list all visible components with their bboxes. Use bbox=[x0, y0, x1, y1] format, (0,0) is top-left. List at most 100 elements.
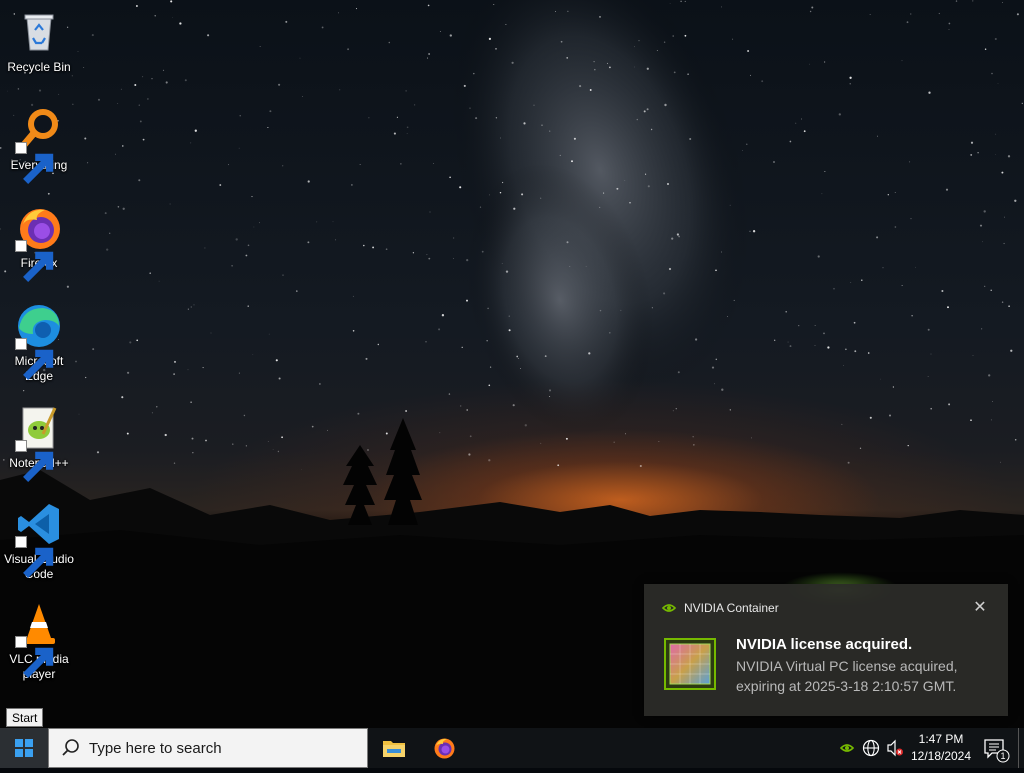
star bbox=[692, 436, 694, 438]
star bbox=[91, 34, 94, 37]
star bbox=[247, 305, 249, 307]
star bbox=[938, 12, 940, 15]
star bbox=[38, 89, 42, 92]
desktop-icon-notepadpp[interactable]: Notepad++ bbox=[2, 404, 76, 482]
star bbox=[187, 369, 189, 371]
tray-nvidia[interactable] bbox=[836, 728, 858, 768]
star bbox=[603, 192, 605, 194]
taskbar-file-explorer[interactable] bbox=[370, 728, 418, 768]
star bbox=[990, 419, 992, 421]
star bbox=[1021, 102, 1023, 105]
taskbar-search-box[interactable]: Type here to search bbox=[48, 728, 368, 768]
star bbox=[149, 272, 151, 274]
star bbox=[495, 117, 498, 119]
desktop-icon-firefox[interactable]: Firefox bbox=[2, 204, 76, 282]
start-button[interactable] bbox=[0, 728, 48, 768]
star bbox=[824, 170, 826, 172]
star bbox=[977, 152, 979, 154]
shortcut-arrow-icon bbox=[15, 536, 54, 578]
star bbox=[636, 118, 638, 121]
star bbox=[1001, 301, 1004, 303]
star bbox=[338, 12, 339, 14]
star bbox=[970, 153, 973, 156]
desktop-icon-microsoft-edge[interactable]: Microsoft Edge bbox=[2, 302, 76, 384]
firefox-icon bbox=[434, 738, 455, 759]
star bbox=[469, 435, 472, 438]
search-icon bbox=[62, 739, 79, 756]
star bbox=[106, 248, 109, 251]
star bbox=[559, 154, 561, 156]
star bbox=[47, 192, 50, 195]
star bbox=[676, 233, 680, 236]
star bbox=[235, 238, 238, 241]
close-icon[interactable]: ✕ bbox=[970, 598, 990, 618]
star bbox=[620, 309, 622, 311]
toast-app-header: NVIDIA Container bbox=[662, 601, 779, 615]
star bbox=[193, 304, 195, 306]
star bbox=[87, 162, 89, 164]
desktop-icon-vlc[interactable]: VLC media player bbox=[2, 600, 76, 682]
star bbox=[71, 75, 73, 77]
tray-volume[interactable] bbox=[884, 728, 906, 768]
star bbox=[302, 96, 304, 97]
windows-logo-icon bbox=[15, 739, 33, 757]
star bbox=[136, 339, 139, 342]
star bbox=[495, 48, 497, 50]
star bbox=[173, 373, 175, 375]
star bbox=[882, 267, 884, 269]
notification-toast[interactable]: NVIDIA Container ✕ NVIDIA license acquir… bbox=[644, 584, 1008, 716]
star bbox=[678, 235, 680, 238]
star bbox=[599, 206, 601, 208]
star bbox=[803, 130, 806, 133]
taskbar-firefox[interactable] bbox=[420, 728, 468, 768]
star bbox=[540, 442, 542, 444]
desktop-icon-everything[interactable]: Everything bbox=[2, 106, 76, 184]
star bbox=[994, 37, 997, 41]
star bbox=[1016, 13, 1019, 16]
star bbox=[191, 437, 194, 440]
tray-network[interactable] bbox=[860, 728, 882, 768]
star bbox=[0, 228, 1, 230]
vlc-icon bbox=[15, 600, 63, 678]
star bbox=[488, 459, 491, 462]
star bbox=[995, 154, 996, 155]
tray-clock[interactable]: 1:47 PM 12/18/2024 bbox=[906, 728, 976, 768]
star bbox=[970, 419, 972, 422]
desktop-icon-vscode[interactable]: Visual Studio Code bbox=[2, 500, 76, 582]
star bbox=[473, 72, 475, 75]
star bbox=[664, 103, 667, 107]
star bbox=[172, 17, 174, 18]
star bbox=[164, 433, 167, 437]
star bbox=[521, 193, 524, 196]
star bbox=[540, 197, 542, 199]
star bbox=[906, 21, 909, 24]
star bbox=[243, 414, 246, 417]
desktop-icon-recycle-bin[interactable]: Recycle Bin bbox=[2, 8, 76, 75]
star bbox=[566, 241, 569, 244]
star bbox=[488, 384, 491, 387]
star bbox=[23, 390, 25, 392]
star bbox=[599, 309, 602, 312]
star bbox=[481, 250, 484, 253]
shortcut-arrow-icon bbox=[15, 240, 54, 282]
star bbox=[687, 73, 689, 75]
nvidia-icon bbox=[840, 744, 854, 752]
star bbox=[142, 76, 144, 78]
star bbox=[647, 185, 650, 188]
star bbox=[947, 306, 949, 309]
show-desktop-button[interactable] bbox=[1018, 728, 1024, 768]
star bbox=[555, 11, 557, 12]
star bbox=[92, 348, 95, 351]
star bbox=[567, 10, 569, 12]
star bbox=[629, 202, 631, 204]
action-center-button[interactable]: 1 bbox=[978, 728, 1012, 768]
star bbox=[190, 142, 192, 144]
star bbox=[991, 72, 993, 75]
star bbox=[7, 90, 8, 92]
star bbox=[955, 0, 958, 2]
star bbox=[142, 138, 145, 141]
star bbox=[519, 368, 521, 370]
star bbox=[466, 258, 469, 262]
star bbox=[151, 412, 153, 414]
volume-muted-icon bbox=[887, 739, 903, 757]
